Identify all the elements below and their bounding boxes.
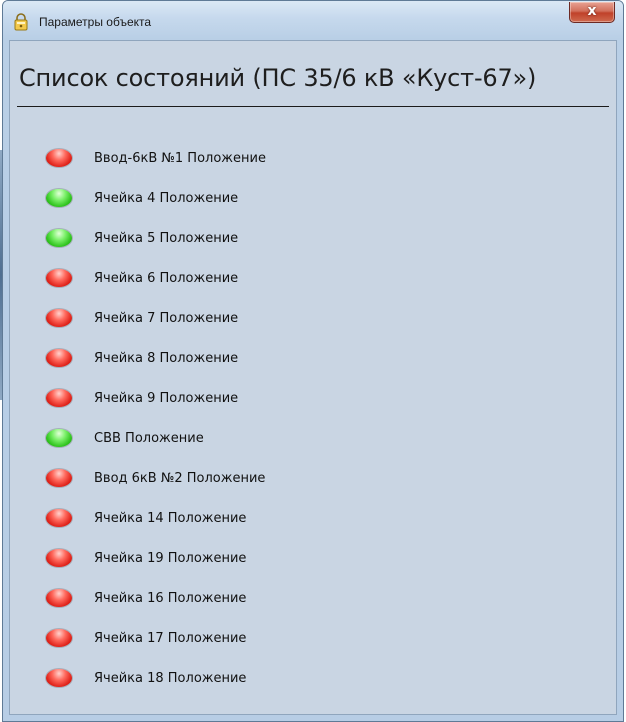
state-label: Ввод 6кВ №2 Положение xyxy=(94,471,266,486)
state-row[interactable]: Ячейка 17 Положение xyxy=(10,621,616,651)
state-label: Ячейка 14 Положение xyxy=(94,511,247,526)
title-bar[interactable]: Параметры объекта x xyxy=(3,1,623,39)
state-label: Ячейка 6 Положение xyxy=(94,271,239,286)
state-row[interactable]: Ячейка 8 Положение xyxy=(10,341,616,371)
close-button[interactable]: x xyxy=(569,2,615,23)
state-label: Ячейка 19 Положение xyxy=(94,551,247,566)
state-label: СВВ Положение xyxy=(94,431,204,446)
status-green-indicator-icon xyxy=(46,229,72,247)
status-green-indicator-icon xyxy=(46,189,72,207)
status-red-indicator-icon xyxy=(46,469,72,487)
status-red-indicator-icon xyxy=(46,549,72,567)
state-label: Ячейка 7 Положение xyxy=(94,311,239,326)
state-label: Ячейка 18 Положение xyxy=(94,671,247,686)
state-row[interactable]: Ячейка 18 Положение xyxy=(10,661,616,691)
state-row[interactable]: СВВ Положение xyxy=(10,421,616,451)
status-red-indicator-icon xyxy=(46,669,72,687)
state-label: Ячейка 9 Положение xyxy=(94,391,239,406)
state-row[interactable]: Ячейка 4 Положение xyxy=(10,181,616,211)
close-icon: x xyxy=(587,3,597,19)
content-panel: Список состояний (ПС 35/6 кВ «Куст-67») … xyxy=(9,40,617,715)
state-row[interactable]: Ввод-6кВ №1 Положение xyxy=(10,141,616,171)
dialog-window: Параметры объекта x Список состояний (ПС… xyxy=(2,0,624,722)
app-lock-icon xyxy=(13,13,29,31)
title-divider xyxy=(17,106,609,107)
status-red-indicator-icon xyxy=(46,589,72,607)
state-row[interactable]: Ячейка 19 Положение xyxy=(10,541,616,571)
state-row[interactable]: Ячейка 6 Положение xyxy=(10,261,616,291)
status-red-indicator-icon xyxy=(46,389,72,407)
page-title: Список состояний (ПС 35/6 кВ «Куст-67») xyxy=(19,64,537,92)
status-red-indicator-icon xyxy=(46,349,72,367)
state-row[interactable]: Ячейка 9 Положение xyxy=(10,381,616,411)
state-label: Ячейка 5 Положение xyxy=(94,231,239,246)
state-label: Ввод-6кВ №1 Положение xyxy=(94,151,266,166)
window-title: Параметры объекта xyxy=(39,15,152,29)
state-label: Ячейка 8 Положение xyxy=(94,351,239,366)
status-red-indicator-icon xyxy=(46,509,72,527)
state-row[interactable]: Ячейка 16 Положение xyxy=(10,581,616,611)
state-row[interactable]: Ячейка 5 Положение xyxy=(10,221,616,251)
status-red-indicator-icon xyxy=(46,309,72,327)
state-row[interactable]: Ячейка 14 Положение xyxy=(10,501,616,531)
status-red-indicator-icon xyxy=(46,629,72,647)
status-red-indicator-icon xyxy=(46,269,72,287)
state-label: Ячейка 4 Положение xyxy=(94,191,239,206)
state-row[interactable]: Ячейка 7 Положение xyxy=(10,301,616,331)
status-red-indicator-icon xyxy=(46,149,72,167)
status-green-indicator-icon xyxy=(46,429,72,447)
state-row[interactable]: Ввод 6кВ №2 Положение xyxy=(10,461,616,491)
state-label: Ячейка 16 Положение xyxy=(94,591,247,606)
state-label: Ячейка 17 Положение xyxy=(94,631,247,646)
